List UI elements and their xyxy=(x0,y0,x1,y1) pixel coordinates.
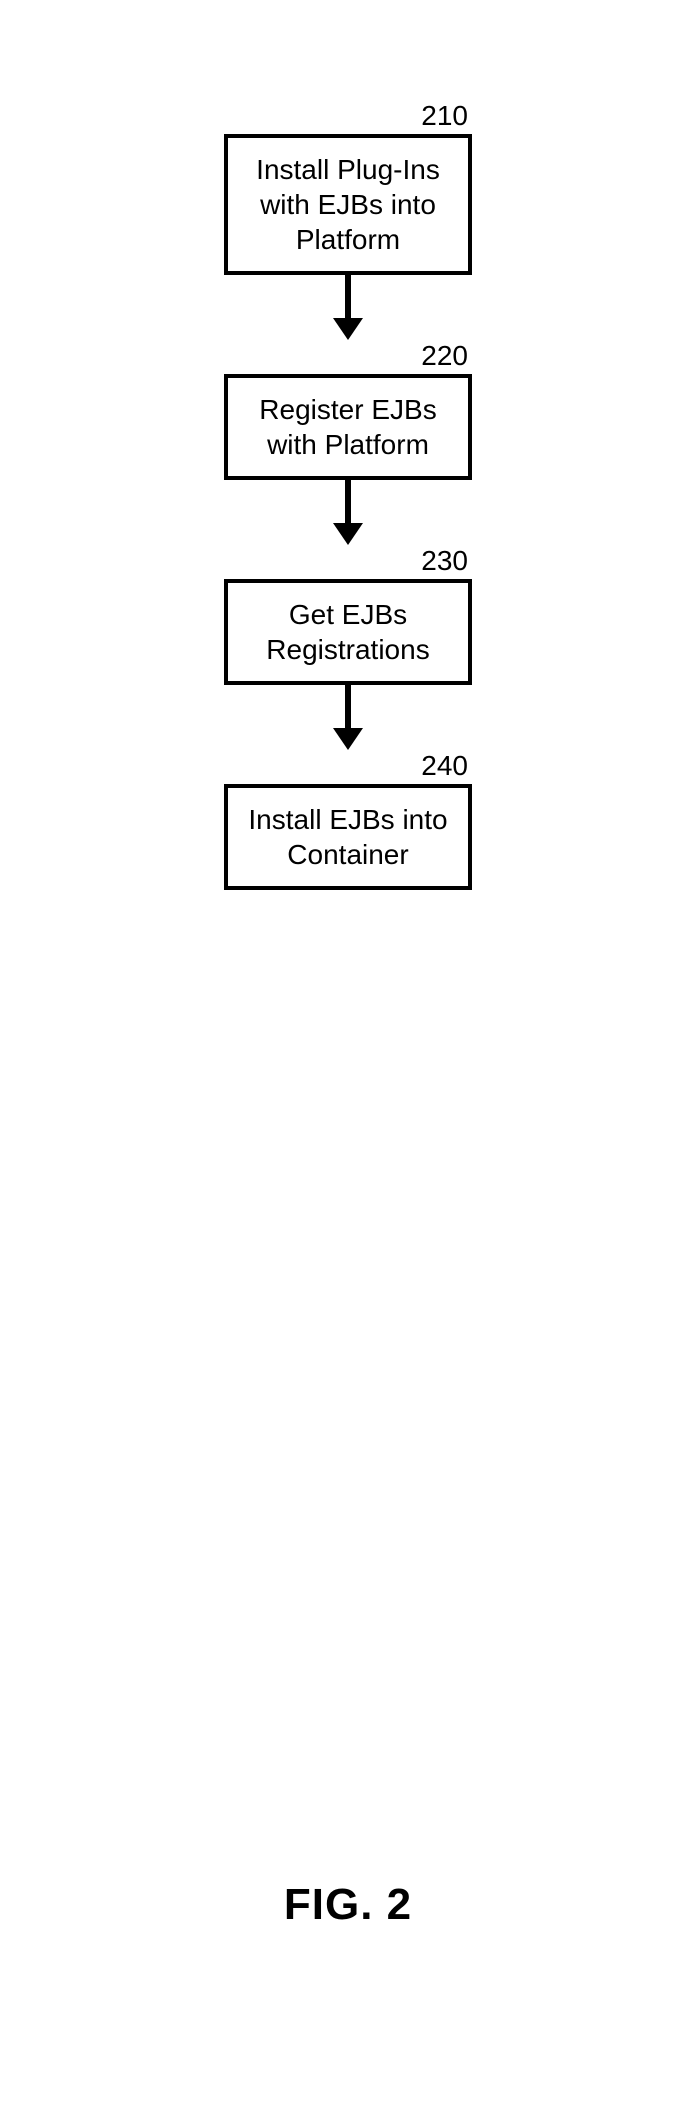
arrow-shaft xyxy=(345,275,351,319)
flow-node-220: 220 Register EJBs with Platform xyxy=(224,340,472,480)
figure-page: 210 Install Plug-Ins with EJBs into Plat… xyxy=(0,0,696,2110)
arrow-head xyxy=(333,728,363,750)
arrow-icon xyxy=(333,685,363,750)
flowchart: 210 Install Plug-Ins with EJBs into Plat… xyxy=(224,100,472,890)
arrow-icon xyxy=(333,480,363,545)
node-label: 230 xyxy=(421,545,472,577)
arrow-head xyxy=(333,318,363,340)
node-box: Install Plug-Ins with EJBs into Platform xyxy=(224,134,472,275)
node-box: Get EJBs Registrations xyxy=(224,579,472,685)
arrow-head xyxy=(333,523,363,545)
figure-caption: FIG. 2 xyxy=(0,1880,696,1930)
arrow-shaft xyxy=(345,480,351,524)
node-label: 240 xyxy=(421,750,472,782)
flow-node-210: 210 Install Plug-Ins with EJBs into Plat… xyxy=(224,100,472,275)
arrow-icon xyxy=(333,275,363,340)
node-label: 210 xyxy=(421,100,472,132)
arrow-shaft xyxy=(345,685,351,729)
node-label: 220 xyxy=(421,340,472,372)
node-box: Register EJBs with Platform xyxy=(224,374,472,480)
flow-node-230: 230 Get EJBs Registrations xyxy=(224,545,472,685)
node-box: Install EJBs into Container xyxy=(224,784,472,890)
flow-node-240: 240 Install EJBs into Container xyxy=(224,750,472,890)
